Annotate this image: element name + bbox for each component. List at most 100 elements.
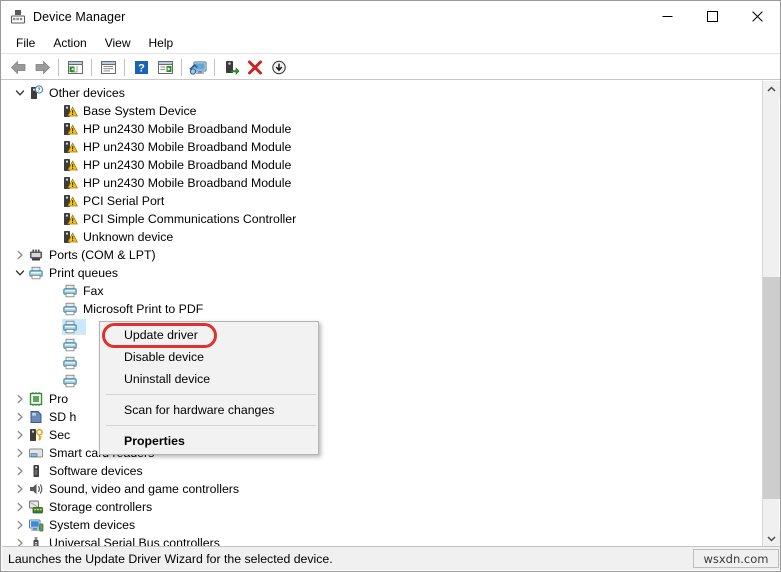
menu-help[interactable]: Help xyxy=(140,34,183,52)
chevron-right-icon[interactable] xyxy=(12,390,28,408)
printer-icon xyxy=(62,301,78,317)
context-menu-item[interactable]: Update driver xyxy=(100,324,318,346)
tree-item[interactable]: PCI Serial Port xyxy=(2,192,762,210)
status-bar: Launches the Update Driver Wizard for th… xyxy=(2,546,780,570)
scroll-down-button[interactable] xyxy=(763,530,780,547)
device-tree: ? Other devices Base System Device HP un243… xyxy=(2,84,762,547)
tree-item[interactable]: Microsoft Print to PDF xyxy=(2,300,762,318)
tree-item-content: Unknown device xyxy=(62,228,176,246)
help-button[interactable]: ? xyxy=(129,56,153,78)
toolbar: ? xyxy=(1,55,780,80)
tree-item-label: Other devices xyxy=(49,86,125,100)
action-menu-button[interactable] xyxy=(153,56,177,78)
tree-item[interactable]: Base System Device xyxy=(2,102,762,120)
vertical-scrollbar[interactable] xyxy=(762,81,780,547)
properties-button[interactable] xyxy=(96,56,120,78)
tree-item-label: Base System Device xyxy=(83,104,197,118)
scan-hardware-changes-button[interactable] xyxy=(186,56,210,78)
storage-controller-icon xyxy=(28,499,44,515)
tree-item-label: Storage controllers xyxy=(49,500,153,514)
tree-item-label: Print queues xyxy=(49,266,119,280)
printer-icon xyxy=(62,355,78,371)
tree-item[interactable]: Sound, video and game controllers xyxy=(2,480,762,498)
tree-item-content: Ports (COM & LPT) xyxy=(28,246,159,264)
tree-item-content: Microsoft Print to PDF xyxy=(62,300,206,318)
tree-item[interactable]: PCI Simple Communications Controller xyxy=(2,210,762,228)
tree-item[interactable]: HP un2430 Mobile Broadband Module xyxy=(2,174,762,192)
toolbar-separator-1 xyxy=(58,58,59,76)
chevron-right-icon[interactable] xyxy=(12,462,28,480)
menu-view[interactable]: View xyxy=(96,34,140,52)
chevron-right-icon[interactable] xyxy=(12,444,28,462)
tree-item[interactable]: Storage controllers xyxy=(2,498,762,516)
tree-item-content: Sec xyxy=(28,426,73,444)
uninstall-device-button[interactable] xyxy=(243,56,267,78)
context-menu-item[interactable]: Uninstall device xyxy=(100,368,318,390)
minimize-button[interactable] xyxy=(645,1,690,32)
chevron-right-icon[interactable] xyxy=(12,480,28,498)
watermark: wsxdn.com xyxy=(693,549,779,568)
maximize-button[interactable] xyxy=(690,1,735,32)
warning-device-icon xyxy=(62,175,78,191)
context-menu-item[interactable]: Disable device xyxy=(100,346,318,368)
tree-item[interactable]: HP un2430 Mobile Broadband Module xyxy=(2,138,762,156)
tree-item-label: Microsoft Print to PDF xyxy=(83,302,204,316)
tree-item-content: HP un2430 Mobile Broadband Module xyxy=(62,174,294,192)
chevron-right-icon[interactable] xyxy=(12,426,28,444)
menu-file[interactable]: File xyxy=(7,34,44,52)
tree-item-label: Fax xyxy=(83,284,104,298)
title-bar: Device Manager xyxy=(1,1,780,32)
tree-item[interactable]: Fax xyxy=(2,282,762,300)
back-button[interactable] xyxy=(6,56,30,78)
warning-device-icon xyxy=(62,103,78,119)
chevron-right-icon[interactable] xyxy=(12,246,28,264)
chevron-down-icon[interactable] xyxy=(12,264,28,282)
chevron-right-icon[interactable] xyxy=(12,516,28,534)
toolbar-separator-4 xyxy=(181,58,182,76)
svg-text:?: ? xyxy=(138,62,145,74)
device-manager-window: Device Manager File Action View Help ? ?… xyxy=(0,0,781,572)
tree-item-label: PCI Serial Port xyxy=(83,194,165,208)
scrollbar-thumb[interactable] xyxy=(763,277,780,499)
tree-item-content: Fax xyxy=(62,282,107,300)
twisty-placeholder xyxy=(46,174,62,192)
tree-item[interactable]: Unknown device xyxy=(2,228,762,246)
status-text: Launches the Update Driver Wizard for th… xyxy=(8,551,333,566)
tree-item[interactable]: Print queues xyxy=(2,264,762,282)
system-device-icon xyxy=(28,517,44,533)
tree-item[interactable]: ? Other devices xyxy=(2,84,762,102)
device-tree-panel[interactable]: ? Other devices Base System Device HP un243… xyxy=(2,81,764,547)
smart-card-reader-icon xyxy=(28,445,44,461)
chevron-down-icon[interactable] xyxy=(12,84,28,102)
context-menu[interactable]: Update driver Disable device Uninstall dev… xyxy=(99,321,319,455)
tree-item[interactable]: HP un2430 Mobile Broadband Module xyxy=(2,120,762,138)
twisty-placeholder xyxy=(46,102,62,120)
context-menu-item[interactable]: Scan for hardware changes xyxy=(100,399,318,421)
tree-item[interactable]: Ports (COM & LPT) xyxy=(2,246,762,264)
tree-item-content: SD h xyxy=(28,408,79,426)
tree-item-label: Software devices xyxy=(49,464,143,478)
tree-item[interactable]: Software devices xyxy=(2,462,762,480)
disable-device-button[interactable] xyxy=(267,56,291,78)
menu-action[interactable]: Action xyxy=(44,34,95,52)
show-hide-console-tree-button[interactable] xyxy=(63,56,87,78)
toolbar-separator-3 xyxy=(124,58,125,76)
tree-item-label: Pro xyxy=(49,392,69,406)
chevron-right-icon[interactable] xyxy=(12,408,28,426)
forward-button[interactable] xyxy=(30,56,54,78)
security-device-icon xyxy=(28,427,44,443)
scroll-up-button[interactable] xyxy=(763,81,780,98)
context-menu-item[interactable]: Properties xyxy=(100,430,318,452)
twisty-placeholder xyxy=(46,210,62,228)
tree-item-label: SD h xyxy=(49,410,77,424)
warning-device-icon xyxy=(62,211,78,227)
processor-icon xyxy=(28,391,44,407)
tree-item-label: Unknown device xyxy=(83,230,174,244)
tree-item[interactable]: HP un2430 Mobile Broadband Module xyxy=(2,156,762,174)
close-button[interactable] xyxy=(735,1,780,32)
update-driver-button[interactable] xyxy=(219,56,243,78)
tree-item[interactable]: System devices xyxy=(2,516,762,534)
twisty-placeholder xyxy=(46,156,62,174)
other-devices-icon: ? xyxy=(28,85,44,101)
chevron-right-icon[interactable] xyxy=(12,498,28,516)
